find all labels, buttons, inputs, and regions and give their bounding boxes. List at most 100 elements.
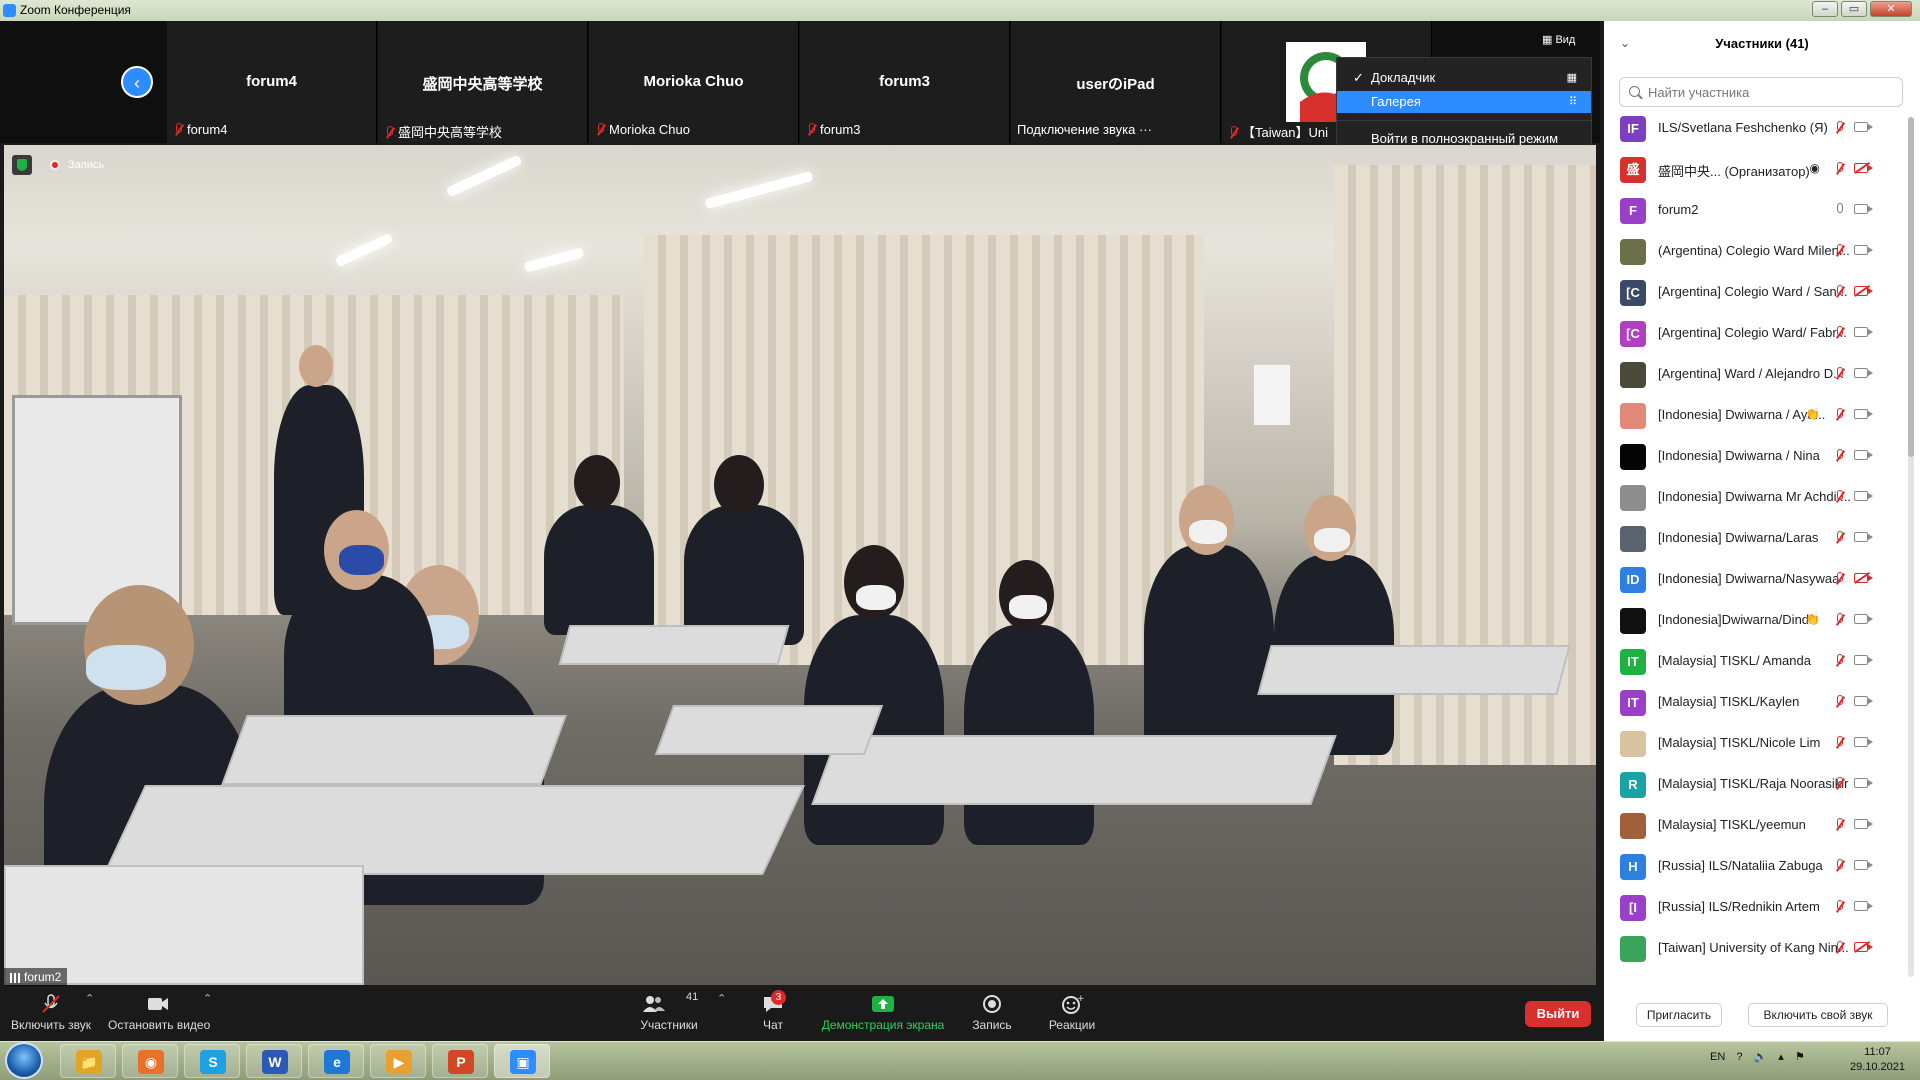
muted-mic-icon[interactable] [1834, 777, 1844, 791]
gallery-tile[interactable]: forum4 forum4 [167, 21, 377, 143]
view-button[interactable]: ▦ Вид [1542, 33, 1575, 46]
participant-search-input[interactable]: Найти участника [1619, 77, 1903, 107]
participant-row[interactable]: [C [Argentina] Colegio Ward/ Fabr... [1604, 313, 1904, 354]
muted-mic-icon[interactable] [1834, 121, 1844, 135]
video-camera-icon[interactable] [1854, 122, 1873, 132]
video-camera-icon[interactable] [1854, 819, 1873, 829]
participant-row[interactable]: [Argentina] Ward / Alejandro D... [1604, 354, 1904, 395]
taskbar-app-button[interactable]: P [432, 1044, 488, 1078]
muted-mic-icon[interactable] [1834, 900, 1844, 914]
participant-row[interactable]: [Indonesia] Dwiwarna/Laras [1604, 518, 1904, 559]
taskbar-app-button[interactable]: W [246, 1044, 302, 1078]
muted-mic-icon[interactable] [1834, 408, 1844, 422]
gallery-tile[interactable]: 盛岡中央高等学校 盛岡中央高等学校 [378, 21, 588, 143]
participant-row[interactable]: (Argentina) Colegio Ward Milen... [1604, 231, 1904, 272]
menu-item-gallery[interactable]: Галерея ⠿ [1337, 91, 1591, 113]
close-button[interactable]: ✕ [1870, 1, 1912, 17]
video-camera-icon[interactable] [1854, 532, 1873, 542]
participant-row[interactable]: [C [Argentina] Colegio Ward / San... [1604, 272, 1904, 313]
minimize-button[interactable]: ‒ [1812, 1, 1838, 17]
video-camera-icon[interactable] [1854, 901, 1873, 911]
muted-mic-icon[interactable] [1834, 572, 1844, 586]
participant-row[interactable]: IF ILS/Svetlana Feshchenko (Я) [1604, 108, 1904, 149]
gallery-tile[interactable]: forum3 forum3 [800, 21, 1010, 143]
video-camera-icon[interactable] [1854, 860, 1873, 870]
muted-mic-icon[interactable] [1834, 162, 1844, 176]
video-camera-icon[interactable] [1854, 450, 1873, 460]
participant-row[interactable]: [I [Russia] ILS/Rednikin Artem [1604, 887, 1904, 928]
video-camera-icon[interactable] [1854, 245, 1873, 255]
participant-row[interactable]: [Malaysia] TISKL/Nicole Lim [1604, 723, 1904, 764]
video-off-icon[interactable] [1854, 942, 1873, 952]
video-off-icon[interactable] [1854, 573, 1873, 583]
participant-row[interactable]: 盛盛岡中央... (Организатор) ◉ [1604, 149, 1904, 190]
taskbar-app-button[interactable]: ▣ [494, 1044, 550, 1078]
gallery-tile[interactable]: userのiPad Подключение звука ··· [1011, 21, 1221, 143]
participants-options-caret[interactable]: ⌃ [717, 992, 726, 1005]
participant-row[interactable]: H [Russia] ILS/Nataliia Zabuga [1604, 846, 1904, 887]
help-icon[interactable]: ? [1736, 1051, 1742, 1063]
video-camera-icon[interactable] [1854, 409, 1873, 419]
mic-icon[interactable] [1834, 203, 1844, 217]
taskbar-clock[interactable]: 11:07 29.10.2021 [1840, 1045, 1915, 1075]
muted-mic-icon[interactable] [1834, 326, 1844, 340]
muted-mic-icon[interactable] [1834, 736, 1844, 750]
strip-prev-button[interactable]: ‹ [121, 66, 153, 98]
muted-mic-icon[interactable] [1834, 490, 1844, 504]
muted-mic-icon[interactable] [1834, 695, 1844, 709]
taskbar-app-button[interactable]: ◉ [122, 1044, 178, 1078]
start-button[interactable] [5, 1042, 43, 1079]
participant-row[interactable]: IT [Malaysia] TISKL/ Amanda [1604, 641, 1904, 682]
video-camera-icon[interactable] [1854, 655, 1873, 665]
participants-button[interactable]: 41 Участники [636, 986, 702, 1041]
participant-row[interactable]: [Malaysia] TISKL/yeemun [1604, 805, 1904, 846]
volume-icon[interactable]: 🔈 [1754, 1051, 1768, 1063]
menu-item-speaker[interactable]: ✓ Докладчик ▦ [1337, 67, 1591, 89]
video-camera-icon[interactable] [1854, 491, 1873, 501]
video-camera-icon[interactable] [1854, 778, 1873, 788]
participant-row[interactable]: R [Malaysia] TISKL/Raja Noorasikir [1604, 764, 1904, 805]
muted-mic-icon[interactable] [1834, 367, 1844, 381]
taskbar-app-button[interactable]: 📁 [60, 1044, 116, 1078]
video-options-caret[interactable]: ⌃ [203, 992, 212, 1005]
video-camera-icon[interactable] [1854, 327, 1873, 337]
participant-row[interactable]: [Indonesia] Dwiwarna Mr Achdi ... [1604, 477, 1904, 518]
video-off-icon[interactable] [1854, 163, 1873, 173]
chat-button[interactable]: 3 Чат [753, 986, 793, 1041]
muted-mic-icon[interactable] [1834, 613, 1844, 627]
muted-mic-icon[interactable] [1834, 859, 1844, 873]
participant-row[interactable]: [Indonesia]Dwiwarna/Dinda 👏 [1604, 600, 1904, 641]
muted-mic-icon[interactable] [1834, 244, 1844, 258]
taskbar-app-button[interactable]: ▶ [370, 1044, 426, 1078]
video-off-icon[interactable] [1854, 286, 1873, 296]
video-camera-icon[interactable] [1854, 737, 1873, 747]
muted-mic-icon[interactable] [1834, 941, 1844, 955]
stop-video-button[interactable]: Остановить видео [108, 986, 210, 1041]
reactions-button[interactable]: + Реакции [1042, 986, 1102, 1041]
muted-mic-icon[interactable] [1834, 449, 1844, 463]
gallery-tile[interactable]: Morioka Chuo Morioka Chuo [589, 21, 799, 143]
muted-mic-icon[interactable] [1834, 654, 1844, 668]
video-camera-icon[interactable] [1854, 696, 1873, 706]
participant-row[interactable]: [Taiwan] University of Kang Nin... [1604, 928, 1904, 969]
taskbar-app-button[interactable]: S [184, 1044, 240, 1078]
video-camera-icon[interactable] [1854, 368, 1873, 378]
record-button[interactable]: Запись [964, 986, 1020, 1041]
invite-button[interactable]: Пригласить [1636, 1003, 1722, 1027]
maximize-button[interactable]: ▭ [1841, 1, 1867, 17]
muted-mic-icon[interactable] [1834, 531, 1844, 545]
share-screen-button[interactable]: Демонстрация экрана [820, 986, 946, 1041]
muted-mic-icon[interactable] [1834, 818, 1844, 832]
participant-row[interactable]: [Indonesia] Dwiwarna / Aya... 👏 [1604, 395, 1904, 436]
audio-options-caret[interactable]: ⌃ [85, 992, 94, 1005]
taskbar-app-button[interactable]: e [308, 1044, 364, 1078]
unmute-button[interactable]: Включить звук [8, 986, 94, 1041]
leave-meeting-button[interactable]: Выйти [1525, 1001, 1591, 1027]
participant-row[interactable]: ID [Indonesia] Dwiwarna/Nasywaa [1604, 559, 1904, 600]
language-indicator[interactable]: EN [1710, 1051, 1725, 1063]
unmute-me-button[interactable]: Включить свой звук [1748, 1003, 1888, 1027]
participant-row[interactable]: [Indonesia] Dwiwarna / Nina [1604, 436, 1904, 477]
video-camera-icon[interactable] [1854, 614, 1873, 624]
panel-scrollbar[interactable] [1908, 117, 1914, 977]
video-camera-icon[interactable] [1854, 204, 1873, 214]
